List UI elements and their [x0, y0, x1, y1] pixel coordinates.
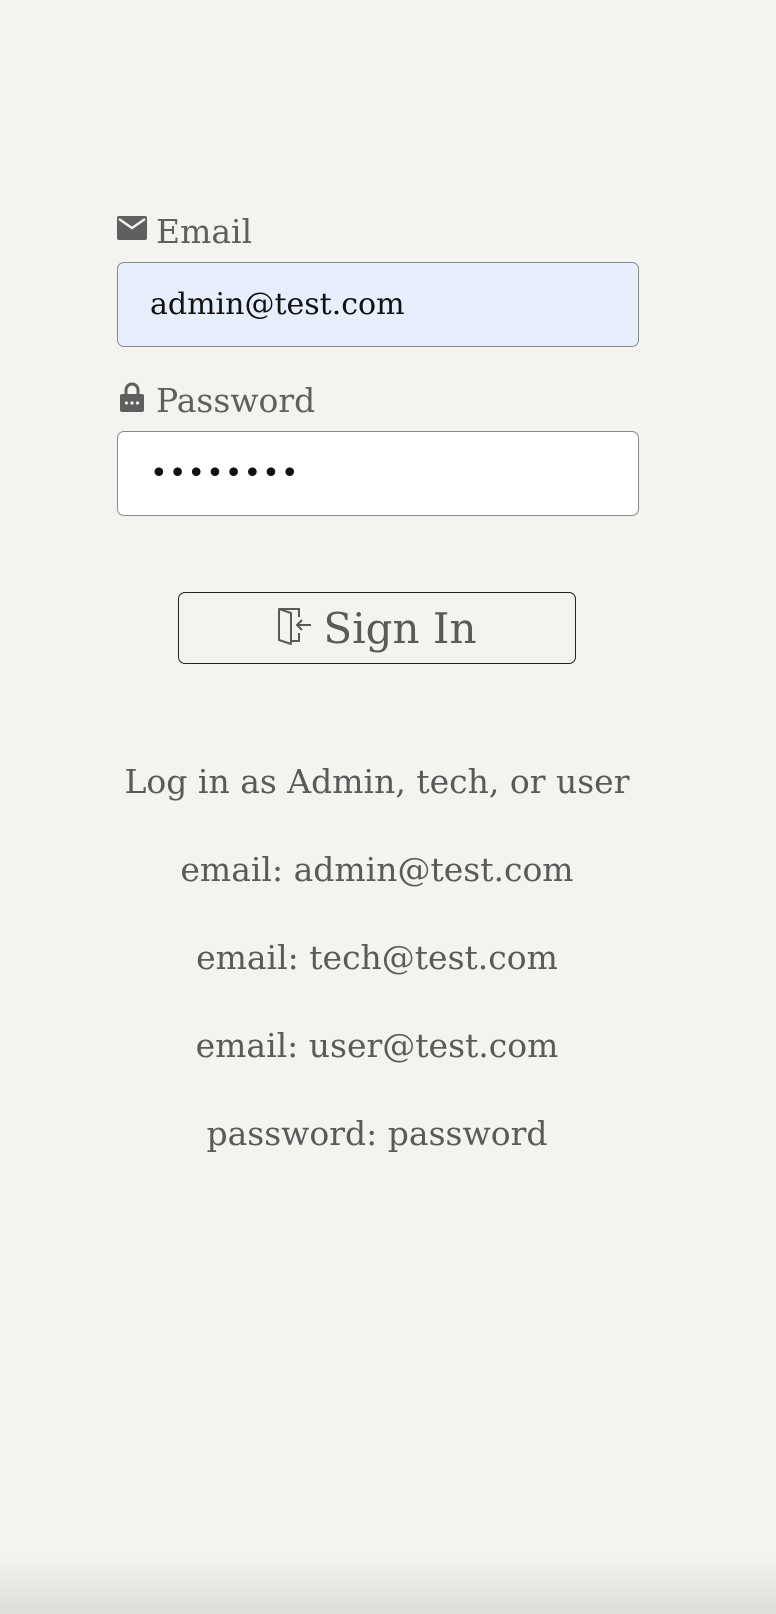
sign-in-label: Sign In [323, 603, 477, 653]
lock-icon [117, 382, 147, 412]
login-hint-title: Log in as Admin, tech, or user [124, 762, 630, 801]
password-input[interactable] [117, 431, 639, 516]
login-hint-tech-email: email: tech@test.com [196, 938, 558, 977]
login-hint-password: password: password [206, 1114, 548, 1153]
login-form: Email Password [117, 210, 639, 516]
sign-in-door-icon [277, 606, 313, 646]
email-label-text: Email [156, 212, 253, 251]
email-input[interactable] [117, 262, 639, 347]
login-hint-user-email: email: user@test.com [195, 1026, 559, 1065]
envelope-icon [117, 213, 147, 243]
bottom-shade [0, 1554, 776, 1614]
password-label: Password [117, 379, 639, 423]
sign-in-button[interactable]: Sign In [178, 592, 576, 664]
login-hint-admin-email: email: admin@test.com [180, 850, 574, 889]
email-label: Email [117, 210, 639, 254]
password-label-text: Password [156, 381, 316, 420]
